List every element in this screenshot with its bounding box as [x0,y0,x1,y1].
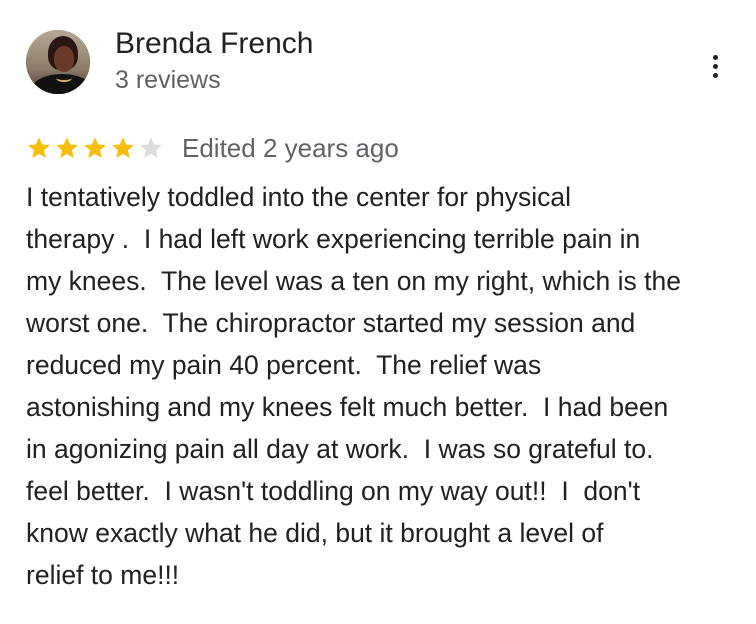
review-text-line: relief to me!!! [26,560,180,590]
review-text-line: therapy . I had left work experiencing t… [26,224,641,254]
star-filled-icon [28,137,50,158]
reviewer-review-count[interactable]: 3 reviews [115,64,221,96]
review-text-line: reduced my pain 40 percent. The relief w… [26,350,542,380]
more-vert-icon-dot [712,72,718,78]
review-text-line: in agonizing pain all day at work. I was… [26,434,654,464]
review-text-line: I tentatively toddled into the center fo… [26,182,572,212]
star-filled-icon [84,137,106,158]
avatar-face [54,46,74,72]
more-vert-icon [712,54,718,60]
avatar-necklace [56,74,72,82]
review-text-line: worst one. The chiropractor started my s… [26,308,636,338]
review-card: Brenda French 3 reviews Edited 2 years a… [0,0,756,624]
reviewer-name[interactable]: Brenda French [115,26,313,62]
review-text-line: know exactly what he did, but it brought… [26,518,604,548]
rating-row: Edited 2 years ago [26,130,399,166]
review-text-line: my knees. The level was a ten on my righ… [26,266,681,296]
review-text: I tentatively toddled into the center fo… [26,176,741,596]
star-filled-icon [112,137,134,158]
review-text-line: astonishing and my knees felt much bette… [26,392,669,422]
more-options-button[interactable] [700,48,730,84]
reviewer-avatar[interactable] [26,30,90,94]
star-rating [26,135,164,161]
star-filled-icon [56,137,78,158]
review-text-line: feel better. I wasn't toddling on my way… [26,476,641,506]
more-vert-icon-dot [712,63,718,69]
edited-timestamp: Edited 2 years ago [182,133,399,163]
star-empty-icon [140,137,162,158]
